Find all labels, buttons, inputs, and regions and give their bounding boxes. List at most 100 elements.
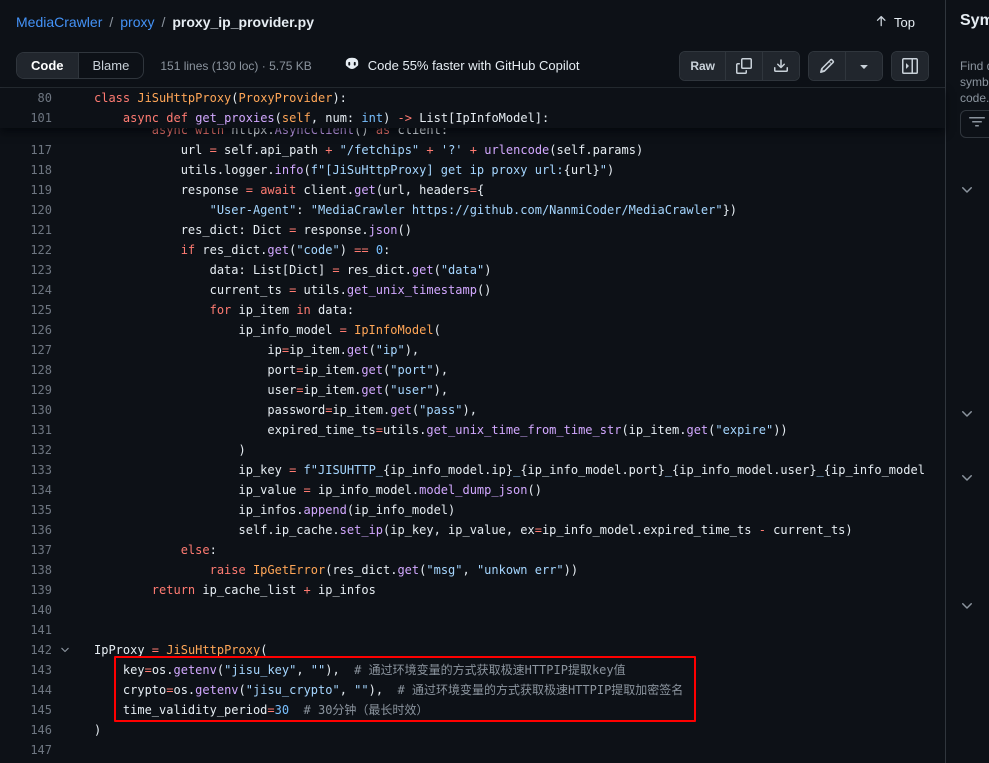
symbol-expand-chevron-icon[interactable]	[959, 598, 975, 614]
fold-spacer	[56, 420, 74, 440]
edit-file-button[interactable]	[809, 52, 845, 80]
line-number[interactable]: 133	[0, 460, 56, 480]
code-line: 129 user=ip_item.get("user"),	[0, 380, 945, 400]
line-number[interactable]: 128	[0, 360, 56, 380]
line-number[interactable]: 125	[0, 300, 56, 320]
line-number[interactable]: 136	[0, 520, 56, 540]
line-number[interactable]: 117	[0, 140, 56, 160]
line-number[interactable]: 126	[0, 320, 56, 340]
code-text: utils.logger.info(f"[JiSuHttpProxy] get …	[94, 160, 614, 180]
line-number[interactable]: 129	[0, 380, 56, 400]
fold-spacer	[56, 620, 74, 640]
file-info-text: 151 lines (130 loc) · 5.75 KB	[160, 59, 311, 73]
line-number[interactable]: 119	[0, 180, 56, 200]
fold-spacer	[56, 540, 74, 560]
code-line: 122 if res_dict.get("code") == 0:	[0, 240, 945, 260]
line-number[interactable]	[0, 128, 56, 140]
fold-chevron-icon[interactable]	[56, 640, 74, 660]
code-line: 141	[0, 620, 945, 640]
code-text: user=ip_item.get("user"),	[94, 380, 448, 400]
download-raw-file-button[interactable]	[762, 52, 799, 80]
line-number[interactable]: 144	[0, 680, 56, 700]
line-number[interactable]: 141	[0, 620, 56, 640]
line-number[interactable]: 131	[0, 420, 56, 440]
code-text: "User-Agent": "MediaCrawler https://gith…	[94, 200, 737, 220]
fold-spacer	[56, 180, 74, 200]
edit-options-dropdown-button[interactable]	[845, 52, 882, 80]
code-text: )	[94, 440, 246, 460]
code-line: 144 crypto=os.getenv("jisu_crypto", ""),…	[0, 680, 945, 700]
code-line: 136 self.ip_cache.set_ip(ip_key, ip_valu…	[0, 520, 945, 540]
line-number[interactable]: 139	[0, 580, 56, 600]
fold-spacer	[56, 480, 74, 500]
line-number[interactable]: 145	[0, 700, 56, 720]
line-number[interactable]: 124	[0, 280, 56, 300]
line-number[interactable]: 121	[0, 220, 56, 240]
line-number[interactable]: 80	[0, 88, 56, 108]
code-line: 137 else:	[0, 540, 945, 560]
line-number[interactable]: 120	[0, 200, 56, 220]
fold-spacer	[56, 500, 74, 520]
code-text: IpProxy = JiSuHttpProxy(	[94, 640, 267, 660]
line-number[interactable]: 147	[0, 740, 56, 760]
code-text: else:	[94, 540, 217, 560]
fold-spacer	[56, 700, 74, 720]
breadcrumb-repo-link[interactable]: MediaCrawler	[16, 14, 102, 30]
code-lines: 117 url = self.api_path + "/fetchips" + …	[0, 140, 945, 760]
symbol-expand-chevron-icon[interactable]	[959, 470, 975, 486]
line-number[interactable]: 142	[0, 640, 56, 660]
copy-raw-content-button[interactable]	[725, 52, 762, 80]
symbol-expand-chevron-icon[interactable]	[959, 182, 975, 198]
line-number[interactable]: 123	[0, 260, 56, 280]
line-number[interactable]: 134	[0, 480, 56, 500]
code-text: url = self.api_path + "/fetchips" + '?' …	[94, 140, 643, 160]
filter-symbols-input[interactable]	[960, 110, 989, 138]
code-line: 117 url = self.api_path + "/fetchips" + …	[0, 140, 945, 160]
code-text: key=os.getenv("jisu_key", ""), # 通过环境变量的…	[94, 660, 626, 680]
raw-button[interactable]: Raw	[680, 52, 725, 80]
fold-spacer	[56, 280, 74, 300]
fold-spacer	[56, 140, 74, 160]
code-text: ip_key = f"JISUHTTP_{ip_info_model.ip}_{…	[94, 460, 925, 480]
raw-copy-download-group: Raw	[679, 51, 800, 81]
fold-spacer	[56, 220, 74, 240]
line-number[interactable]: 146	[0, 720, 56, 740]
code-line: 147	[0, 740, 945, 760]
line-number[interactable]: 101	[0, 108, 56, 128]
fold-spacer	[56, 160, 74, 180]
breadcrumb-bar: MediaCrawler / proxy / proxy_ip_provider…	[0, 0, 945, 44]
line-number[interactable]: 122	[0, 240, 56, 260]
code-text: if res_dict.get("code") == 0:	[94, 240, 390, 260]
code-text: time_validity_period=30 # 30分钟（最长时效）	[94, 700, 428, 720]
fold-spacer	[56, 300, 74, 320]
download-icon	[773, 58, 789, 74]
line-number[interactable]: 118	[0, 160, 56, 180]
line-number[interactable]: 135	[0, 500, 56, 520]
code-text: port=ip_item.get("port"),	[94, 360, 448, 380]
tab-code[interactable]: Code	[17, 53, 78, 78]
line-number[interactable]: 140	[0, 600, 56, 620]
symbol-expand-chevron-icon[interactable]	[959, 406, 975, 422]
code-line: 132 )	[0, 440, 945, 460]
code-text: async with httpx.AsyncClient() as client…	[94, 128, 448, 140]
code-text: data: List[Dict] = res_dict.get("data")	[94, 260, 491, 280]
breadcrumb-folder-link[interactable]: proxy	[120, 14, 154, 30]
fold-spacer	[56, 320, 74, 340]
line-number[interactable]: 138	[0, 560, 56, 580]
line-number[interactable]: 130	[0, 400, 56, 420]
code-text: ip_info_model = IpInfoModel(	[94, 320, 441, 340]
fold-spacer	[56, 260, 74, 280]
code-text: )	[94, 720, 101, 740]
line-number[interactable]: 137	[0, 540, 56, 560]
line-number[interactable]: 132	[0, 440, 56, 460]
tab-blame[interactable]: Blame	[78, 53, 144, 78]
back-to-top-link[interactable]: Top	[874, 14, 915, 31]
code-text: async def get_proxies(self, num: int) ->…	[94, 108, 549, 128]
line-number[interactable]: 143	[0, 660, 56, 680]
code-text: ip=ip_item.get("ip"),	[94, 340, 419, 360]
line-number[interactable]: 127	[0, 340, 56, 360]
copilot-banner[interactable]: Code 55% faster with GitHub Copilot	[344, 56, 580, 75]
fold-spacer	[56, 200, 74, 220]
code-text: return ip_cache_list + ip_infos	[94, 580, 376, 600]
symbols-panel-toggle-button[interactable]	[892, 52, 928, 80]
